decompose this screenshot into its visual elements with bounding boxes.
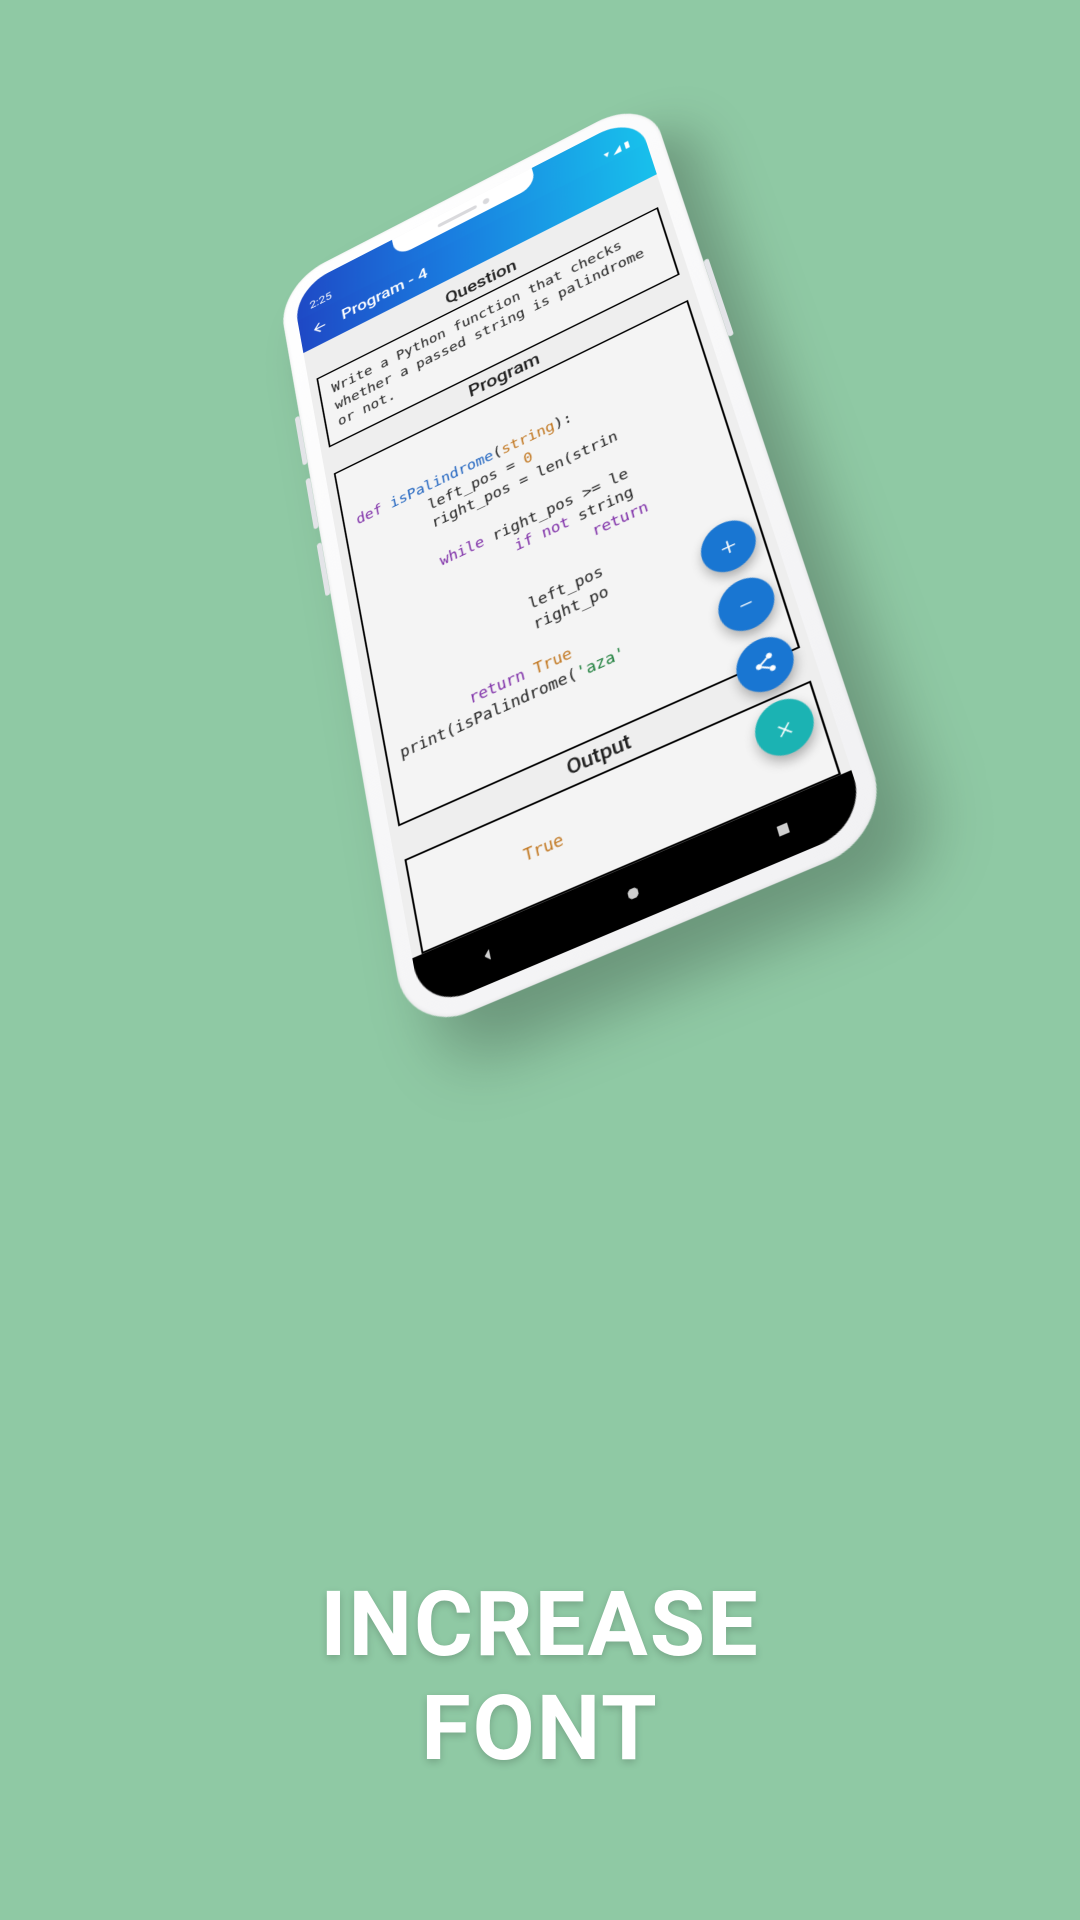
- caption-line1: INCREASE: [320, 1572, 760, 1677]
- phone-screen: 2:25 ▾ ◢ ▮ Program - 4 Question Write a …: [292, 114, 869, 1013]
- output-value: True: [522, 831, 565, 867]
- nav-home-button[interactable]: [620, 878, 647, 909]
- signal-icon: ◢: [611, 143, 622, 156]
- battery-icon: ▮: [623, 139, 632, 151]
- phone-mockup: 2:25 ▾ ◢ ▮ Program - 4 Question Write a …: [277, 95, 894, 1037]
- nav-back-button[interactable]: [475, 940, 501, 970]
- nav-recent-button[interactable]: [769, 814, 798, 845]
- marketing-caption: INCREASE FONT: [0, 1573, 1080, 1780]
- back-button[interactable]: [310, 316, 329, 339]
- wifi-icon: ▾: [603, 149, 611, 161]
- caption-line2: FONT: [421, 1676, 658, 1781]
